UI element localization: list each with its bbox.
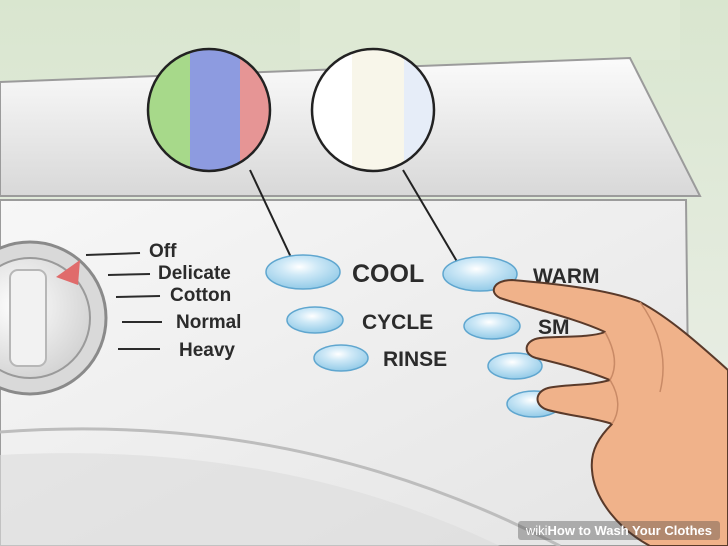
dial-label-cotton: Cotton bbox=[170, 285, 231, 306]
rinse-label: RINSE bbox=[383, 348, 447, 371]
cool-button[interactable] bbox=[265, 254, 341, 290]
washing-machine-illustration: Off Delicate Cotton Normal Heavy COOL CY… bbox=[0, 0, 728, 546]
dial-label-delicate: Delicate bbox=[158, 263, 231, 284]
wikihow-watermark: wikiHow to Wash Your Clothes bbox=[517, 521, 720, 540]
watermark-prefix: wiki bbox=[525, 523, 548, 538]
small-load-button[interactable] bbox=[463, 312, 521, 340]
swatch-cream bbox=[352, 49, 404, 171]
cycle-label: CYCLE bbox=[362, 311, 433, 334]
cycle-button[interactable] bbox=[286, 306, 344, 334]
color-swatch-callout-dark-colors bbox=[146, 47, 272, 173]
cool-label: COOL bbox=[352, 260, 424, 288]
small-load-label: SM bbox=[538, 316, 570, 339]
watermark-title: to Wash Your Clothes bbox=[578, 523, 712, 538]
swatch-blue bbox=[190, 49, 240, 171]
dial-label-heavy: Heavy bbox=[179, 340, 235, 361]
rinse-button[interactable] bbox=[313, 344, 369, 372]
color-swatch-callout-light-colors bbox=[310, 47, 436, 173]
watermark-brand: How bbox=[547, 523, 575, 538]
dial-label-normal: Normal bbox=[176, 312, 241, 333]
dial-label-off: Off bbox=[149, 241, 177, 262]
